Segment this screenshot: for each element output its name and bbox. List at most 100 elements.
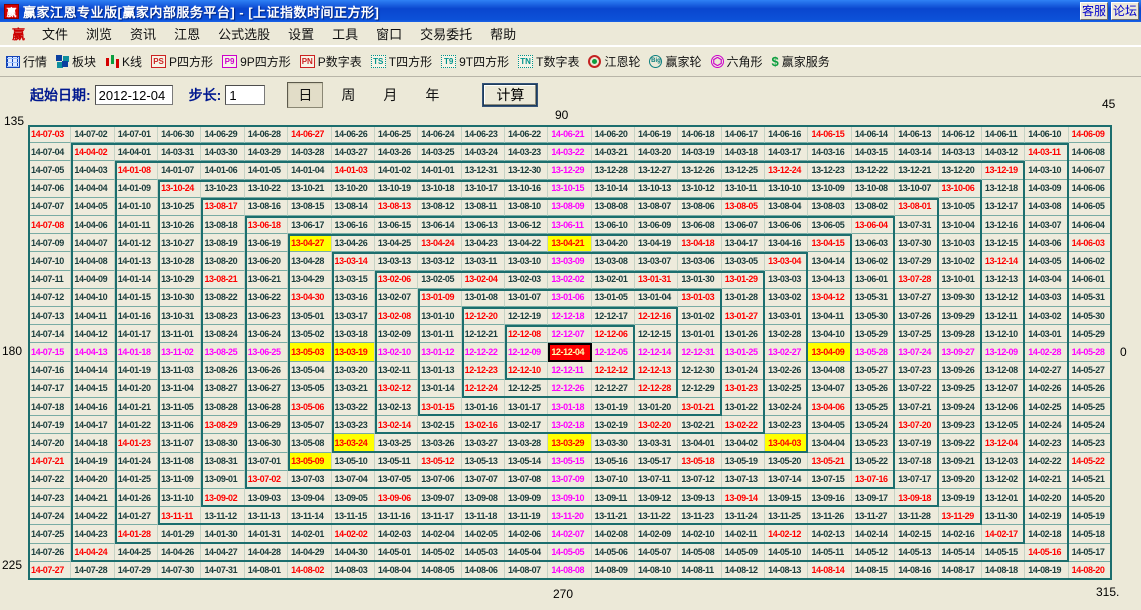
grid-cell[interactable]: 14-03-01 — [1025, 325, 1068, 343]
grid-cell[interactable]: 14-05-07 — [635, 544, 678, 562]
period-year-button[interactable]: 年 — [415, 83, 449, 107]
grid-cell[interactable]: 13-04-14 — [808, 252, 851, 270]
grid-cell[interactable]: 13-09-28 — [939, 325, 982, 343]
grid-cell[interactable]: 14-01-19 — [115, 362, 158, 380]
grid-cell[interactable]: 14-01-09 — [115, 180, 158, 198]
grid-cell[interactable]: 14-07-25 — [28, 525, 71, 543]
grid-cell[interactable]: 14-04-10 — [71, 289, 114, 307]
grid-cell[interactable]: 13-05-29 — [852, 325, 895, 343]
grid-cell[interactable]: 14-06-05 — [1069, 198, 1112, 216]
grid-cell[interactable]: 13-12-25 — [722, 161, 765, 179]
grid-cell[interactable]: 14-07-10 — [28, 252, 71, 270]
grid-cell[interactable]: 13-10-20 — [332, 180, 375, 198]
grid-cell[interactable]: 13-10-08 — [852, 180, 895, 198]
grid-cell[interactable]: 14-06-22 — [505, 125, 548, 143]
grid-cell[interactable]: 14-02-22 — [1025, 453, 1068, 471]
grid-cell[interactable]: 14-04-19 — [71, 453, 114, 471]
grid-cell[interactable]: 13-05-14 — [505, 453, 548, 471]
grid-cell[interactable]: 13-09-10 — [548, 489, 591, 507]
grid-cell[interactable]: 13-06-07 — [722, 216, 765, 234]
grid-cell[interactable]: 13-05-30 — [852, 307, 895, 325]
grid-cell[interactable]: 12-12-31 — [678, 343, 721, 361]
grid-cell[interactable]: 13-02-20 — [635, 416, 678, 434]
grid-cell[interactable]: 13-10-15 — [548, 180, 591, 198]
grid-cell[interactable]: 13-12-17 — [982, 198, 1025, 216]
grid-cell[interactable]: 13-12-01 — [982, 489, 1025, 507]
grid-cell[interactable]: 13-04-28 — [288, 252, 331, 270]
grid-cell[interactable]: 14-07-23 — [28, 489, 71, 507]
grid-cell[interactable]: 14-08-10 — [635, 562, 678, 580]
grid-cell[interactable]: 14-02-10 — [678, 525, 721, 543]
menu-item-trade[interactable]: 交易委托 — [411, 24, 481, 43]
grid-cell[interactable]: 14-02-18 — [1025, 525, 1068, 543]
grid-cell[interactable]: 13-01-05 — [592, 289, 635, 307]
grid-cell[interactable]: 13-02-10 — [375, 343, 418, 361]
grid-cell[interactable]: 14-06-27 — [288, 125, 331, 143]
grid-cell[interactable]: 13-12-12 — [982, 289, 1025, 307]
grid-cell[interactable]: 13-08-03 — [808, 198, 851, 216]
grid-cell[interactable]: 13-11-07 — [158, 434, 201, 452]
grid-cell[interactable]: 13-07-22 — [895, 380, 938, 398]
grid-cell[interactable]: 13-05-03 — [288, 343, 331, 361]
grid-cell[interactable]: 13-06-24 — [245, 325, 288, 343]
grid-cell[interactable]: 12-12-05 — [592, 343, 635, 361]
grid-cell[interactable]: 14-03-06 — [1025, 234, 1068, 252]
grid-cell[interactable]: 13-02-04 — [462, 271, 505, 289]
grid-cell[interactable]: 13-01-10 — [418, 307, 461, 325]
grid-cell[interactable]: 14-07-15 — [28, 343, 71, 361]
grid-cell[interactable]: 13-10-16 — [505, 180, 548, 198]
grid-cell[interactable]: 13-11-17 — [418, 507, 461, 525]
grid-cell[interactable]: 13-05-22 — [852, 453, 895, 471]
grid-cell[interactable]: 14-07-05 — [28, 161, 71, 179]
grid-cell[interactable]: 13-09-03 — [245, 489, 288, 507]
grid-cell[interactable]: 13-06-19 — [245, 234, 288, 252]
grid-cell[interactable]: 14-06-25 — [375, 125, 418, 143]
grid-cell[interactable]: 14-08-11 — [678, 562, 721, 580]
grid-cell[interactable]: 14-05-13 — [895, 544, 938, 562]
grid-cell[interactable]: 13-12-22 — [852, 161, 895, 179]
grid-cell[interactable]: 13-08-24 — [201, 325, 244, 343]
grid-cell[interactable]: 13-09-11 — [592, 489, 635, 507]
menu-item-settings[interactable]: 设置 — [279, 24, 323, 43]
grid-cell[interactable]: 13-06-27 — [245, 380, 288, 398]
grid-cell[interactable]: 13-03-31 — [635, 434, 678, 452]
grid-cell[interactable]: 13-04-03 — [765, 434, 808, 452]
grid-cell[interactable]: 13-06-10 — [592, 216, 635, 234]
grid-cell[interactable]: 14-03-12 — [982, 143, 1025, 161]
grid-cell[interactable]: 13-06-09 — [635, 216, 678, 234]
grid-cell[interactable]: 14-03-02 — [1025, 307, 1068, 325]
grid-cell[interactable]: 14-05-02 — [418, 544, 461, 562]
grid-cell[interactable]: 13-08-05 — [722, 198, 765, 216]
menu-item-file[interactable]: 文件 — [33, 24, 77, 43]
grid-cell[interactable]: 14-06-12 — [939, 125, 982, 143]
grid-cell[interactable]: 13-10-26 — [158, 216, 201, 234]
grid-cell[interactable]: 13-05-01 — [288, 307, 331, 325]
grid-cell[interactable]: 13-08-21 — [201, 271, 244, 289]
grid-cell[interactable]: 14-08-03 — [332, 562, 375, 580]
step-input[interactable] — [225, 85, 265, 105]
grid-cell[interactable]: 13-09-15 — [765, 489, 808, 507]
grid-cell[interactable]: 13-06-11 — [548, 216, 591, 234]
grid-cell[interactable]: 13-07-17 — [895, 471, 938, 489]
grid-cell[interactable]: 12-12-12 — [592, 362, 635, 380]
grid-cell[interactable]: 14-04-16 — [71, 398, 114, 416]
grid-cell[interactable]: 14-01-03 — [332, 161, 375, 179]
grid-cell[interactable]: 14-03-28 — [288, 143, 331, 161]
grid-cell[interactable]: 13-11-26 — [808, 507, 851, 525]
grid-cell[interactable]: 13-07-28 — [895, 271, 938, 289]
grid-cell[interactable]: 14-01-23 — [115, 434, 158, 452]
grid-cell[interactable]: 13-01-09 — [418, 289, 461, 307]
grid-cell[interactable]: 13-08-11 — [462, 198, 505, 216]
grid-cell[interactable]: 14-02-17 — [982, 525, 1025, 543]
grid-cell[interactable]: 14-08-09 — [592, 562, 635, 580]
grid-cell[interactable]: 13-10-24 — [158, 180, 201, 198]
grid-cell[interactable]: 13-04-21 — [548, 234, 591, 252]
grid-cell[interactable]: 13-03-12 — [418, 252, 461, 270]
grid-cell[interactable]: 13-02-27 — [765, 343, 808, 361]
grid-cell[interactable]: 14-04-04 — [71, 180, 114, 198]
toolbar-item-hexagon[interactable]: 六角形 — [711, 53, 763, 70]
grid-cell[interactable]: 14-04-18 — [71, 434, 114, 452]
grid-cell[interactable]: 13-01-01 — [678, 325, 721, 343]
grid-cell[interactable]: 13-09-01 — [201, 471, 244, 489]
grid-cell[interactable]: 14-02-24 — [1025, 416, 1068, 434]
